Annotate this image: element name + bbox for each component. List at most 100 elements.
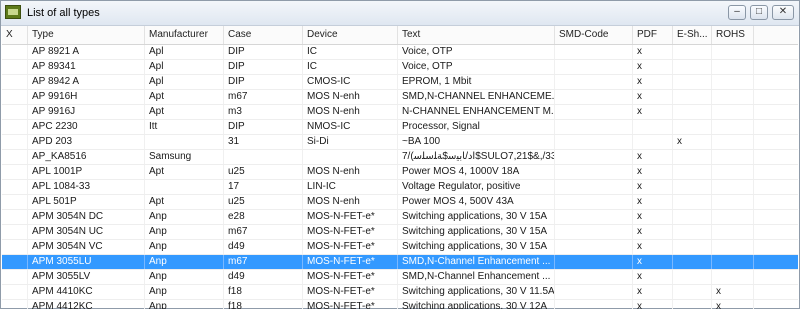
column-header-device[interactable]: Device: [303, 26, 398, 44]
column-header-case[interactable]: Case: [224, 26, 303, 44]
cell-smd-code: [555, 225, 633, 239]
cell-rohs: [712, 75, 754, 89]
cell-e-sheet: [673, 240, 712, 254]
cell-pdf: x: [633, 195, 673, 209]
cell-text: N-CHANNEL ENHANCEMENT M...: [398, 105, 555, 119]
table-row[interactable]: APM 3054N DC Anp e28 MOS-N-FET-e* Switching …: [2, 210, 798, 225]
column-header-e-sheet[interactable]: E-Sh...: [673, 26, 712, 44]
column-header-pdf[interactable]: PDF: [633, 26, 673, 44]
cell-manufacturer: Itt: [145, 120, 224, 134]
grid-body: AP 8921 A Apl DIP IC Voice, OTP x AP 89341 Apl D…: [2, 45, 798, 309]
cell-e-sheet: [673, 300, 712, 309]
cell-rohs: [712, 120, 754, 134]
table-row[interactable]: APM 3054N UC Anp m67 MOS-N-FET-e* Switching …: [2, 225, 798, 240]
table-row[interactable]: APM 3055LV Anp d49 MOS-N-FET-e* SMD,N-Channe…: [2, 270, 798, 285]
table-row[interactable]: APL 1001P Apt u25 MOS N-enh Power MOS 4, 100…: [2, 165, 798, 180]
cell-case: DIP: [224, 45, 303, 59]
cell-manufacturer: [145, 135, 224, 149]
cell-x: [2, 255, 28, 269]
cell-rohs: [712, 255, 754, 269]
cell-x: [2, 180, 28, 194]
cell-x: [2, 60, 28, 74]
cell-x: [2, 270, 28, 284]
cell-case: DIP: [224, 75, 303, 89]
cell-rohs: [712, 195, 754, 209]
table-row[interactable]: APD 203 31 Si-Di ~BA 100 x: [2, 135, 798, 150]
cell-smd-code: [555, 255, 633, 269]
cell-pdf: x: [633, 300, 673, 309]
cell-pdf: [633, 135, 673, 149]
cell-type: APD 203: [28, 135, 145, 149]
cell-text: SMD,N-Channel Enhancement ...: [398, 270, 555, 284]
cell-x: [2, 120, 28, 134]
cell-rohs: [712, 150, 754, 164]
cell-x: [2, 210, 28, 224]
cell-rohs: [712, 240, 754, 254]
table-row[interactable]: APM 4412KC Anp f18 MOS-N-FET-e* Switching ap…: [2, 300, 798, 309]
cell-device: LIN-IC: [303, 180, 398, 194]
column-header-rohs[interactable]: ROHS: [712, 26, 754, 44]
cell-device: IC: [303, 60, 398, 74]
table-row[interactable]: AP 89341 Apl DIP IC Voice, OTP x: [2, 60, 798, 75]
table-row[interactable]: APM 3054N VC Anp d49 MOS-N-FET-e* Switching …: [2, 240, 798, 255]
cell-rohs: x: [712, 285, 754, 299]
cell-e-sheet: [673, 165, 712, 179]
cell-manufacturer: [145, 180, 224, 194]
cell-device: [303, 150, 398, 164]
column-header-text[interactable]: Text: [398, 26, 555, 44]
table-row[interactable]: APL 1084-33 17 LIN-IC Voltage Regulator, po…: [2, 180, 798, 195]
cell-text: EPROM, 1 Mbit: [398, 75, 555, 89]
cell-rohs: x: [712, 300, 754, 309]
cell-pdf: x: [633, 270, 673, 284]
cell-smd-code: [555, 195, 633, 209]
cell-manufacturer: Anp: [145, 300, 224, 309]
cell-device: IC: [303, 45, 398, 59]
table-row[interactable]: APM 4410KC Anp f18 MOS-N-FET-e* Switching ap…: [2, 285, 798, 300]
cell-case: f18: [224, 300, 303, 309]
cell-manufacturer: Apt: [145, 195, 224, 209]
table-row[interactable]: AP 8921 A Apl DIP IC Voice, OTP x: [2, 45, 798, 60]
column-header-x[interactable]: X: [2, 26, 28, 44]
minimize-button[interactable]: –: [728, 5, 746, 20]
close-button[interactable]: ✕: [772, 5, 794, 20]
cell-x: [2, 195, 28, 209]
cell-case: 17: [224, 180, 303, 194]
cell-rohs: [712, 180, 754, 194]
cell-type: APM 3054N VC: [28, 240, 145, 254]
cell-case: 31: [224, 135, 303, 149]
cell-text: SMD,N-CHANNEL ENHANCEME...: [398, 90, 555, 104]
cell-type: AP 9916J: [28, 105, 145, 119]
cell-pdf: x: [633, 165, 673, 179]
cell-device: MOS-N-FET-e*: [303, 300, 398, 309]
table-row[interactable]: AP 9916J Apt m3 MOS N-enh N-CHANNEL ENHANCEM…: [2, 105, 798, 120]
cell-type: APM 4412KC: [28, 300, 145, 309]
cell-type: APM 4410KC: [28, 285, 145, 299]
maximize-button[interactable]: □: [750, 5, 768, 20]
cell-e-sheet: [673, 195, 712, 209]
table-row[interactable]: APL 501P Apt u25 MOS N-enh Power MOS 4, 500V…: [2, 195, 798, 210]
cell-manufacturer: Apl: [145, 45, 224, 59]
table-row[interactable]: AP 8942 A Apl DIP CMOS-IC EPROM, 1 Mbit x: [2, 75, 798, 90]
table-row[interactable]: AP 9916H Apt m67 MOS N-enh SMD,N-CHANNEL ENH…: [2, 90, 798, 105]
cell-pdf: x: [633, 150, 673, 164]
cell-rohs: [712, 105, 754, 119]
cell-x: [2, 105, 28, 119]
cell-device: NMOS-IC: [303, 120, 398, 134]
cell-rohs: [712, 60, 754, 74]
column-header-manufacturer[interactable]: Manufacturer: [145, 26, 224, 44]
cell-pdf: x: [633, 75, 673, 89]
table-row[interactable]: APM 3055LU Anp m67 MOS-N-FET-e* SMD,N-Channe…: [2, 255, 798, 270]
maximize-icon: □: [755, 6, 763, 17]
cell-text: SMD,N-Channel Enhancement ...: [398, 255, 555, 269]
cell-e-sheet: x: [673, 135, 712, 149]
title-bar[interactable]: List of all types – □ ✕: [1, 1, 799, 26]
column-header-smd-code[interactable]: SMD-Code: [555, 26, 633, 44]
cell-e-sheet: [673, 180, 712, 194]
cell-type: APM 3055LU: [28, 255, 145, 269]
types-grid[interactable]: X Type Manufacturer Case Device Text SMD…: [2, 26, 798, 309]
column-header-type[interactable]: Type: [28, 26, 145, 44]
table-row[interactable]: AP_KA8516Samsung 7/(ﺍﺩ/ﺎﺑﻴﺳ$ﺔﻠﺳﻠﺳ$SULOﺔﻠﺳ…: [2, 150, 798, 165]
cell-smd-code: [555, 240, 633, 254]
table-row[interactable]: APC 2230 Itt DIP NMOS-IC Processor, Signal: [2, 120, 798, 135]
cell-device: MOS-N-FET-e*: [303, 285, 398, 299]
